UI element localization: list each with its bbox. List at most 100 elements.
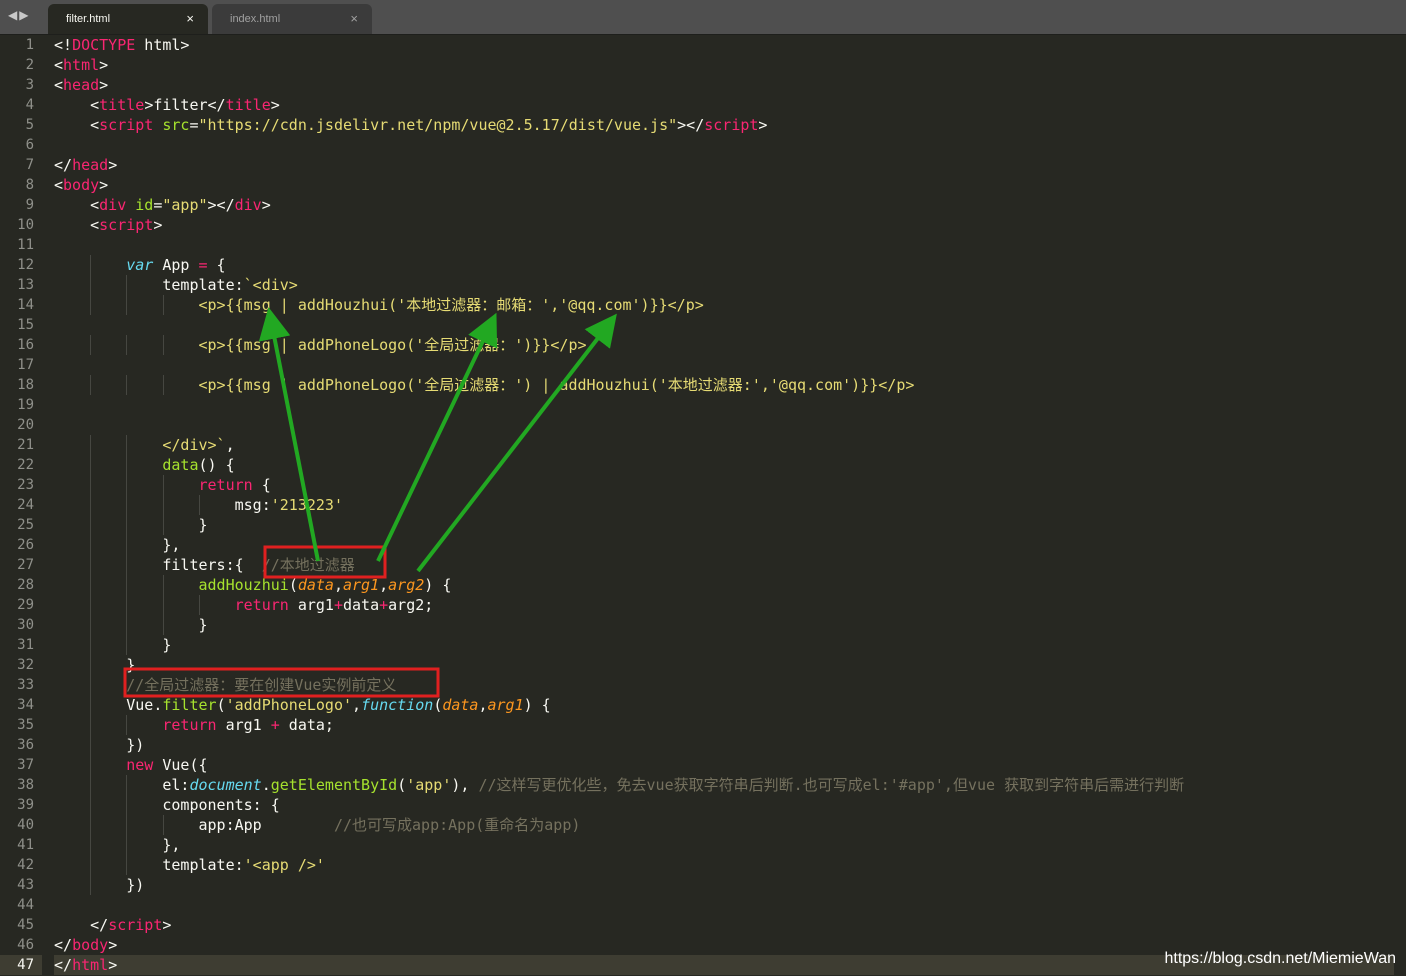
indent-guide	[126, 475, 128, 495]
code-token: >	[99, 56, 109, 74]
code-token: }	[54, 636, 172, 654]
code-line[interactable]: },	[54, 835, 1394, 855]
code-line[interactable]: template:'<app />'	[54, 855, 1394, 875]
code-line[interactable]: var App = {	[54, 255, 1394, 275]
code-line[interactable]: el:document.getElementById('app'), //这样写…	[54, 775, 1394, 795]
code-line[interactable]: <head>	[54, 75, 1394, 95]
code-line[interactable]: </script>	[54, 915, 1394, 935]
code-line[interactable]	[54, 395, 1394, 415]
indent-guide	[126, 575, 128, 595]
code-line[interactable]: <body>	[54, 175, 1394, 195]
tab-close-icon[interactable]: ×	[350, 11, 358, 26]
code-token: title	[225, 96, 271, 114]
code-line[interactable]: <script src="https://cdn.jsdelivr.net/np…	[54, 115, 1394, 135]
indent-guide	[90, 815, 92, 835]
code-line[interactable]: },	[54, 535, 1394, 555]
indent-guide	[126, 495, 128, 515]
code-line[interactable]: }	[54, 515, 1394, 535]
line-number: 34	[17, 697, 34, 713]
indent-guide	[90, 715, 92, 735]
code-line[interactable]: }	[54, 655, 1394, 675]
indent-guide	[90, 795, 92, 815]
code-line[interactable]: </head>	[54, 155, 1394, 175]
indent-guide	[90, 335, 92, 355]
code-token: </	[54, 156, 73, 174]
code-line[interactable]: return arg1 + data;	[54, 715, 1394, 735]
code-line[interactable]	[54, 895, 1394, 915]
tab-index-html[interactable]: index.html ×	[212, 4, 372, 34]
code-token: <	[54, 76, 64, 94]
code-token: arg2	[388, 576, 425, 594]
code-line[interactable]: filters:{ //本地过滤器	[54, 555, 1394, 575]
code-line[interactable]: <!DOCTYPE html>	[54, 35, 1394, 55]
code-line[interactable]	[54, 135, 1394, 155]
code-token: data	[442, 696, 479, 714]
indent-guide	[126, 275, 128, 295]
code-token: ,	[333, 576, 343, 594]
code-token: title	[99, 96, 145, 114]
line-number: 47	[0, 955, 42, 975]
code-token: "https://cdn.jsdelivr.net/npm/vue@2.5.17…	[198, 116, 678, 134]
indent-guide	[162, 615, 164, 635]
code-token: >	[108, 936, 118, 954]
code-token: {	[207, 256, 226, 274]
indent-guide	[126, 595, 128, 615]
code-line[interactable]: <html>	[54, 55, 1394, 75]
indent-guide	[162, 515, 164, 535]
indent-guide	[90, 555, 92, 575]
indent-guide	[90, 675, 92, 695]
line-number: 19	[17, 397, 34, 413]
code-token: (	[397, 776, 407, 794]
code-token: Vue.	[54, 696, 163, 714]
code-line[interactable]: <p>{{msg | addHouzhui('本地过滤器：邮箱：','@qq.c…	[54, 295, 1394, 315]
code-line[interactable]: return {	[54, 475, 1394, 495]
indent-guide	[126, 375, 128, 395]
code-token: new	[126, 756, 154, 774]
code-line[interactable]: </div>`,	[54, 435, 1394, 455]
code-line[interactable]: data() {	[54, 455, 1394, 475]
code-line[interactable]: new Vue({	[54, 755, 1394, 775]
code-line[interactable]: <p>{{msg | addPhoneLogo('全局过滤器：') | addH…	[54, 375, 1394, 395]
tab-nav-arrows-icon[interactable]: ◀▶	[8, 8, 30, 22]
code-token: head	[63, 76, 100, 94]
code-line[interactable]: <div id="app"></div>	[54, 195, 1394, 215]
code-line[interactable]: }	[54, 635, 1394, 655]
code-token: ,	[379, 576, 389, 594]
tab-filter-html[interactable]: filter.html ×	[48, 4, 208, 34]
code-line[interactable]: <script>	[54, 215, 1394, 235]
tab-close-icon[interactable]: ×	[186, 11, 194, 26]
line-number: 44	[17, 897, 34, 913]
code-line[interactable]: return arg1+data+arg2;	[54, 595, 1394, 615]
line-number: 33	[17, 677, 34, 693]
code-line[interactable]: msg:'213223'	[54, 495, 1394, 515]
line-number: 20	[17, 417, 34, 433]
code-token: script	[108, 916, 163, 934]
code-editor[interactable]: 1 2 3 4 5 6 7 8 9 10 11 12 13 14 15 16 17 18 19 20 21 22 23 24 2…	[0, 35, 1406, 976]
code-token: () {	[198, 456, 235, 474]
line-number: 37	[17, 757, 34, 773]
code-token: 'addPhoneLogo'	[225, 696, 353, 714]
indent-guide	[90, 655, 92, 675]
code-line[interactable]: template:`<div>	[54, 275, 1394, 295]
code-line[interactable]	[54, 235, 1394, 255]
code-line[interactable]: addHouzhui(data,arg1,arg2) {	[54, 575, 1394, 595]
code-line[interactable]: }	[54, 615, 1394, 635]
code-area[interactable]: <!DOCTYPE html> <html> <head> <title>filte…	[54, 35, 1394, 975]
code-line[interactable]: //全局过滤器：要在创建Vue实例前定义	[54, 675, 1394, 695]
code-line[interactable]	[54, 415, 1394, 435]
indent-guide	[90, 735, 92, 755]
code-line[interactable]: components: {	[54, 795, 1394, 815]
code-line[interactable]: <title>filter</title>	[54, 95, 1394, 115]
code-line[interactable]: app:App //也可写成app:App(重命名为app)	[54, 815, 1394, 835]
code-line[interactable]: })	[54, 875, 1394, 895]
code-line[interactable]	[54, 355, 1394, 375]
code-line[interactable]: })	[54, 735, 1394, 755]
code-line[interactable]: <p>{{msg | addPhoneLogo('全局过滤器：')}}</p>	[54, 335, 1394, 355]
code-token: }	[54, 656, 136, 674]
code-token: +	[270, 716, 280, 734]
code-line[interactable]	[54, 315, 1394, 335]
code-line[interactable]: Vue.filter('addPhoneLogo',function(data,…	[54, 695, 1394, 715]
